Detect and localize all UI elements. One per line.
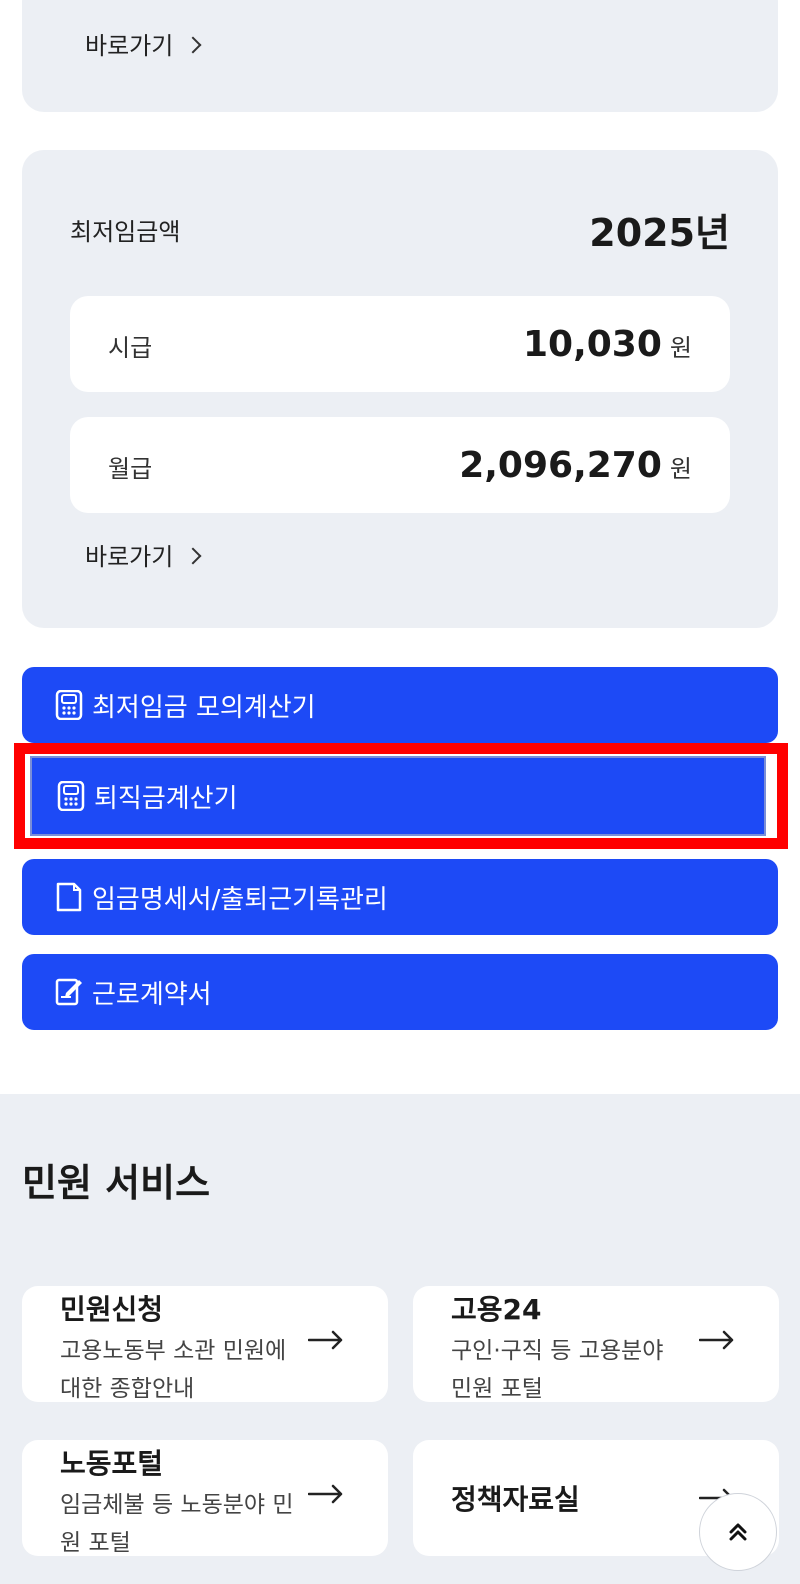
- section-title: 민원 서비스: [22, 1161, 211, 1205]
- chevron-right-icon: [184, 547, 202, 564]
- arrow-right-icon: [308, 1484, 343, 1504]
- button-label: 퇴직금계산기: [94, 783, 238, 814]
- service-title: 고용24: [451, 1293, 542, 1326]
- payslip-attendance-button[interactable]: 임금명세서/출퇴근기록관리: [22, 859, 778, 935]
- service-title: 정책자료실: [451, 1483, 580, 1516]
- wage-shortcut-link[interactable]: 바로가기: [85, 537, 202, 572]
- hourly-label: 시급: [108, 334, 153, 362]
- arrow-right-icon: [699, 1330, 734, 1350]
- top-shortcut-link[interactable]: 바로가기: [85, 26, 202, 61]
- hourly-wage-row: 시급 10,030 원: [70, 296, 730, 392]
- monthly-label: 월급: [108, 455, 153, 483]
- civil-service-section: 민원 서비스 민원신청 고용노동부 소관 민원에 대한 종합안내 고용24 구인…: [0, 1094, 800, 1584]
- calculator-icon: [56, 781, 86, 811]
- service-desc: 임금체불 등 노동분야 민원 포털: [60, 1492, 294, 1556]
- wage-card-title: 최저임금액: [70, 218, 181, 246]
- calculator-icon: [54, 690, 84, 720]
- scroll-to-top-button[interactable]: [699, 1493, 777, 1571]
- hourly-value: 10,030: [522, 324, 662, 365]
- service-title: 민원신청: [60, 1293, 164, 1326]
- wage-card-year: 2025년: [589, 211, 730, 255]
- monthly-wage-row: 월급 2,096,270 원: [70, 417, 730, 513]
- service-card-labor-portal[interactable]: 노동포털 임금체불 등 노동분야 민원 포털: [22, 1440, 388, 1556]
- labor-contract-button[interactable]: 근로계약서: [22, 954, 778, 1030]
- service-title: 노동포털: [60, 1447, 164, 1480]
- contract-edit-icon: [54, 977, 84, 1007]
- hourly-unit: 원: [669, 334, 692, 362]
- service-desc: 고용노동부 소관 민원에 대한 종합안내: [60, 1338, 287, 1402]
- arrow-right-icon: [308, 1330, 343, 1350]
- service-card-employment24[interactable]: 고용24 구인·구직 등 고용분야 민원 포털: [413, 1286, 779, 1402]
- service-card-civil-application[interactable]: 민원신청 고용노동부 소관 민원에 대한 종합안내: [22, 1286, 388, 1402]
- service-desc: 구인·구직 등 고용분야 민원 포털: [451, 1338, 664, 1402]
- monthly-unit: 원: [669, 455, 692, 483]
- button-label: 최저임금 모의계산기: [92, 692, 316, 723]
- shortcut-label: 바로가기: [85, 543, 174, 571]
- button-label: 근로계약서: [92, 979, 212, 1010]
- chevron-right-icon: [184, 36, 202, 53]
- document-icon: [54, 882, 84, 912]
- shortcut-label: 바로가기: [85, 32, 174, 60]
- severance-pay-calculator-button[interactable]: 퇴직금계산기: [30, 756, 766, 836]
- monthly-value: 2,096,270: [459, 445, 662, 486]
- button-label: 임금명세서/출퇴근기록관리: [92, 884, 388, 915]
- minimum-wage-calculator-button[interactable]: 최저임금 모의계산기: [22, 667, 778, 743]
- double-chevron-up-icon: [729, 1523, 747, 1541]
